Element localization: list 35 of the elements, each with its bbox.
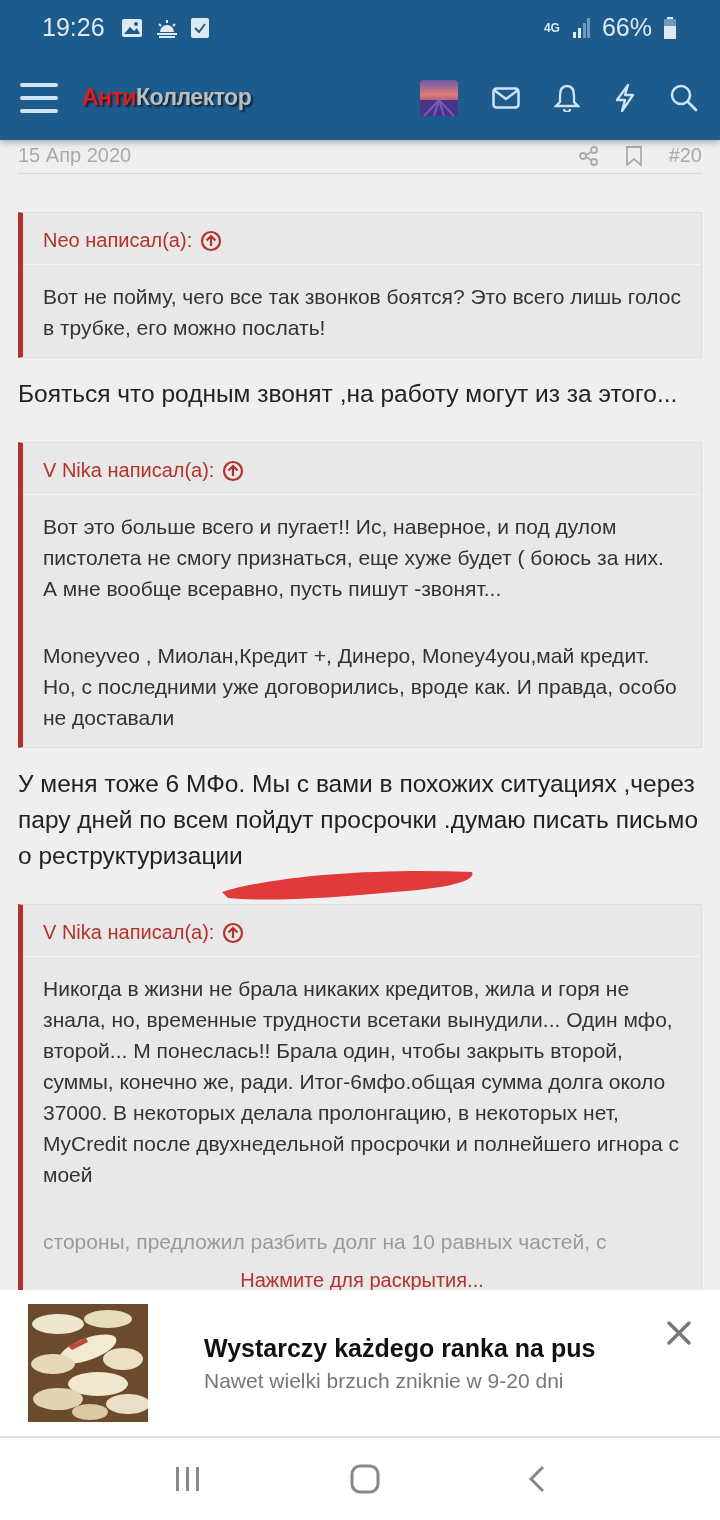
quote-text: Вот это больше всего и пугает!! Ис, наверное, и под дулом пистолета не смогу признаться, еще хуже будет ( боюсь за них. А мне вообще всеравно, пусть пишут -звонят... xyxy=(43,514,665,602)
quote-text: Вот не пойму, чего все так звонков боятся? Это всего лишь голос в трубке, его можно послать! xyxy=(43,284,681,341)
bell-icon[interactable] xyxy=(554,83,580,112)
network-type: 4G xyxy=(543,20,560,35)
arrow-up-circle-icon[interactable] xyxy=(222,921,245,944)
weather-icon xyxy=(154,17,179,38)
ad-subtitle: Nawet wielki brzuch zniknie w 9-20 dni xyxy=(204,1368,565,1393)
arrow-up-circle-icon[interactable] xyxy=(200,229,223,252)
close-icon[interactable] xyxy=(666,1320,692,1346)
post-date: 15 Апр 2020 xyxy=(18,144,132,167)
checkbox-icon xyxy=(190,17,209,38)
quote-author[interactable]: V Nika написал(а): xyxy=(43,921,215,944)
recent-apps-icon[interactable] xyxy=(174,1466,202,1492)
site-logo[interactable]: АнтиКоллектор xyxy=(82,84,252,111)
quote-text: стороны, предложил разбить долг на 10 равных частей, с xyxy=(43,1229,608,1255)
battery-level: 66% xyxy=(601,13,652,42)
post-text: У меня тоже 6 МФо. Мы с вами в похожих ситуациях ,через пару дней по всем пойдут просрочки .думаю писать письмо о реструктуризации xyxy=(18,769,700,871)
status-time: 19:26 xyxy=(42,13,105,42)
arrow-up-circle-icon[interactable] xyxy=(222,459,245,482)
ad-title[interactable]: Wystarczy każdego ranka na pus xyxy=(204,1333,610,1363)
home-icon[interactable] xyxy=(350,1464,380,1494)
battery-icon xyxy=(664,16,676,39)
post-text: Бояться что родным звонят ,на работу могут из за этого... xyxy=(18,379,679,409)
back-icon[interactable] xyxy=(528,1465,546,1493)
menu-icon[interactable] xyxy=(20,82,58,113)
quote-text: Moneyveo , Миолан,Кредит +, Динеро, Money4you,май кредит. Но, с последними уже договорились, вроде как. И правда, особо не доставали xyxy=(43,643,678,731)
quote-author[interactable]: Neo написал(а): xyxy=(43,229,193,252)
signal-icon xyxy=(571,17,590,38)
image-icon xyxy=(120,17,143,38)
search-icon[interactable] xyxy=(670,83,698,112)
quote-author[interactable]: V Nika написал(а): xyxy=(43,459,215,482)
quote-text: Никогда в жизни не брала никаких кредитов, жила и горя не знала, но, временные трудности всетаки вынудили... Один мфо, второй... М понеслась!! Брала один, чтобы закрыть второй, суммы, конечно же, ради. Итог-6мфо.общая сумма долга около 37000. В некоторых делала пролонгацию, в некоторых нет, MyCredit после двухнедельной просрочки и полнейшего игнора с моей xyxy=(43,976,681,1188)
avatar[interactable] xyxy=(420,79,458,116)
mail-icon[interactable] xyxy=(492,86,520,109)
lightning-icon[interactable] xyxy=(614,83,636,112)
